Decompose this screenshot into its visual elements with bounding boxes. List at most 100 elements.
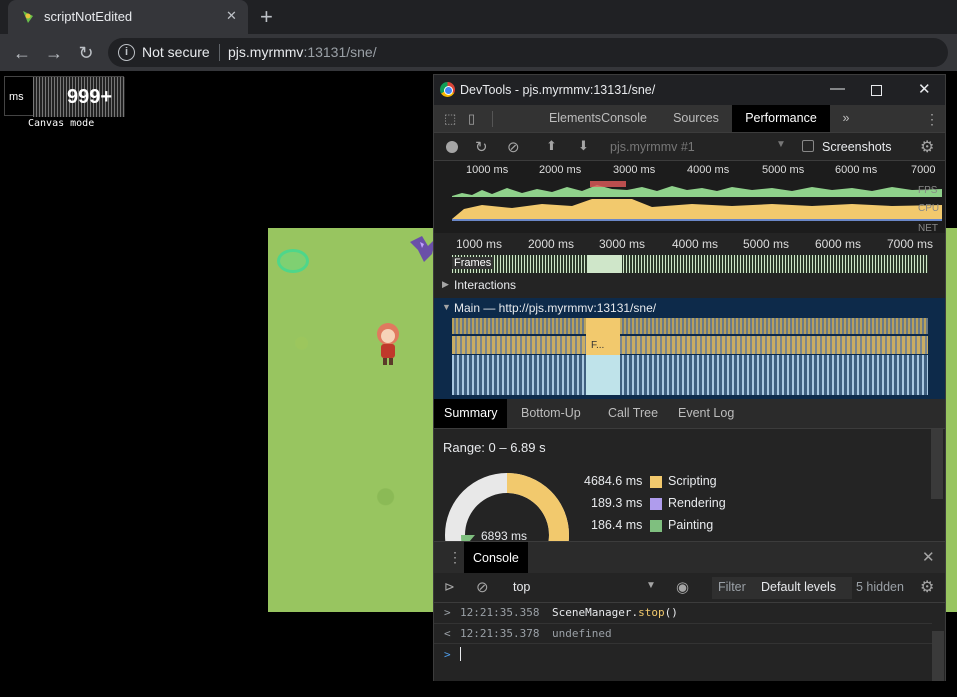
expand-icon[interactable]: ▶: [442, 279, 449, 290]
reload-record-icon[interactable]: ↻: [475, 138, 488, 156]
save-profile-icon[interactable]: ⬇: [578, 138, 589, 154]
screenshots-label: Screenshots: [822, 140, 892, 154]
summary-panel: Range: 0 – 6.89 s 6893 ms 4684.6 ms Scri…: [434, 429, 945, 543]
fps-meter: ms 999+: [4, 76, 125, 117]
security-label: Not secure: [142, 44, 210, 60]
eye-icon[interactable]: ◉: [676, 578, 689, 596]
more-tabs-icon[interactable]: »: [836, 105, 856, 132]
console-result: undefined: [552, 627, 612, 640]
screenshots-checkbox[interactable]: [802, 140, 814, 152]
console-scrollbar[interactable]: [932, 631, 944, 681]
load-profile-icon[interactable]: ⬆: [546, 138, 557, 154]
clear-console-icon[interactable]: ⊘: [476, 578, 489, 596]
frames-label: Frames: [452, 257, 494, 269]
overview-tick: 5000 ms: [762, 164, 805, 176]
flame-row[interactable]: [452, 318, 928, 334]
console-input[interactable]: [460, 647, 461, 661]
clear-icon[interactable]: ⊘: [507, 138, 520, 156]
reload-icon[interactable]: ↻: [74, 41, 98, 65]
hero-character-icon: [377, 323, 399, 365]
tab-close-icon[interactable]: ✕: [226, 8, 237, 24]
range-label: Range: 0 – 6.89 s: [443, 440, 546, 455]
legend-label: Scripting: [668, 474, 717, 488]
timestamp: 12:21:35.378: [460, 627, 540, 640]
fps-track-label: FPS: [918, 185, 938, 196]
legend-label: Painting: [668, 518, 714, 532]
tab-console[interactable]: Console: [594, 105, 654, 132]
tab-summary[interactable]: Summary: [434, 399, 508, 428]
profile-select[interactable]: pjs.myrmmv #1: [610, 140, 695, 154]
overview-tick: 4000 ms: [687, 164, 730, 176]
drawer-close-icon[interactable]: ✕: [922, 548, 935, 566]
favicon-icon: [23, 11, 33, 23]
flame-chart-area[interactable]: 1000 ms 2000 ms 3000 ms 4000 ms 5000 ms …: [434, 233, 945, 399]
legend-swatch: [650, 498, 662, 510]
cpu-track-label: CPU: [918, 203, 940, 214]
flame-row[interactable]: [452, 355, 928, 395]
console-settings-icon[interactable]: ⚙: [920, 577, 934, 597]
sidebar-toggle-icon[interactable]: ⊳: [444, 579, 455, 595]
timeline-tick: 6000 ms: [815, 237, 862, 251]
new-tab-button[interactable]: +: [260, 4, 273, 30]
flame-row[interactable]: [452, 336, 928, 354]
chevron-down-icon[interactable]: ▼: [646, 580, 656, 591]
render-mode-label: Canvas mode: [28, 118, 95, 129]
input-arrow-icon: >: [444, 606, 451, 619]
console-toolbar: ⊳ ⊘ top ▼ ◉ Filter Default levels 5 hidd…: [434, 573, 945, 603]
magic-circle-icon: [277, 249, 309, 273]
tab-drawer-console[interactable]: Console: [464, 542, 528, 574]
legend-value: 189.3 ms: [591, 496, 643, 510]
kebab-menu-icon[interactable]: ⋮: [925, 111, 939, 128]
device-toolbar-icon[interactable]: ▯: [468, 111, 475, 127]
forward-icon[interactable]: →: [42, 41, 66, 65]
console-output[interactable]: > 12:21:35.358 SceneManager.stop() < 12:…: [434, 603, 932, 681]
frame-long[interactable]: [588, 255, 622, 273]
window-close-icon[interactable]: ✕: [918, 80, 931, 98]
fps-value: 999+: [67, 86, 113, 108]
drawer-menu-icon[interactable]: ⋮: [448, 549, 462, 566]
context-select[interactable]: top: [513, 580, 530, 594]
console-message: > 12:21:35.358 SceneManager.stop(): [434, 603, 932, 624]
minimize-icon[interactable]: —: [830, 80, 845, 97]
back-icon[interactable]: ←: [10, 41, 34, 65]
details-tab-bar: Summary Bottom-Up Call Tree Event Log: [434, 399, 945, 429]
game-map-edge: [946, 228, 957, 612]
overview-tick: 3000 ms: [613, 164, 656, 176]
console-code: SceneManager.stop(): [552, 606, 678, 619]
output-arrow-icon: <: [444, 627, 451, 640]
devtools-window: DevTools - pjs.myrmmv:13131/sne/ — ✕ ⬚ ▯…: [433, 74, 946, 681]
overview-tick: 2000 ms: [539, 164, 582, 176]
record-icon[interactable]: [446, 141, 458, 153]
flame-block[interactable]: [586, 355, 620, 395]
frames-track[interactable]: [452, 255, 928, 273]
legend-value: 4684.6 ms: [584, 474, 643, 488]
tab-sources[interactable]: Sources: [666, 105, 726, 132]
collapse-icon[interactable]: ▼: [442, 302, 451, 312]
interactions-label: Interactions: [454, 278, 517, 292]
filter-placeholder: Filter: [718, 580, 746, 594]
scrollbar[interactable]: [931, 429, 943, 499]
browser-tab[interactable]: scriptNotEdited ✕: [8, 0, 248, 34]
timestamp: 12:21:35.358: [460, 606, 540, 619]
main-track-label: Main — http://pjs.myrmmv:13131/sne/: [454, 301, 657, 315]
tab-call-tree[interactable]: Call Tree: [608, 399, 658, 428]
timeline-tick: 4000 ms: [672, 237, 719, 251]
devtools-title-bar: DevTools - pjs.myrmmv:13131/sne/ — ✕: [434, 75, 945, 105]
address-bar[interactable]: i Not secure pjs.myrmmv:13131/sne/: [108, 38, 948, 67]
tab-event-log[interactable]: Event Log: [678, 399, 734, 428]
timeline-overview[interactable]: 1000 ms 2000 ms 3000 ms 4000 ms 5000 ms …: [434, 161, 945, 234]
inspect-element-icon[interactable]: ⬚: [444, 111, 456, 127]
performance-toolbar: ↻ ⊘ ⬆ ⬇ pjs.myrmmv #1 ▼ Screenshots ⚙: [434, 133, 945, 161]
maximize-icon[interactable]: [871, 85, 882, 96]
game-map[interactable]: [268, 228, 436, 612]
info-icon[interactable]: i: [118, 44, 135, 61]
overview-chart: [452, 179, 942, 221]
gear-icon[interactable]: ⚙: [920, 137, 934, 157]
chevron-down-icon[interactable]: ▼: [776, 139, 786, 150]
console-message: < 12:21:35.378 undefined: [434, 624, 932, 644]
url-text: pjs.myrmmv:13131/sne/: [228, 44, 377, 60]
hidden-count: 5 hidden: [856, 580, 904, 594]
tab-performance[interactable]: Performance: [732, 105, 830, 132]
tab-bottom-up[interactable]: Bottom-Up: [521, 399, 581, 428]
log-levels-select[interactable]: Default levels: [761, 580, 836, 594]
